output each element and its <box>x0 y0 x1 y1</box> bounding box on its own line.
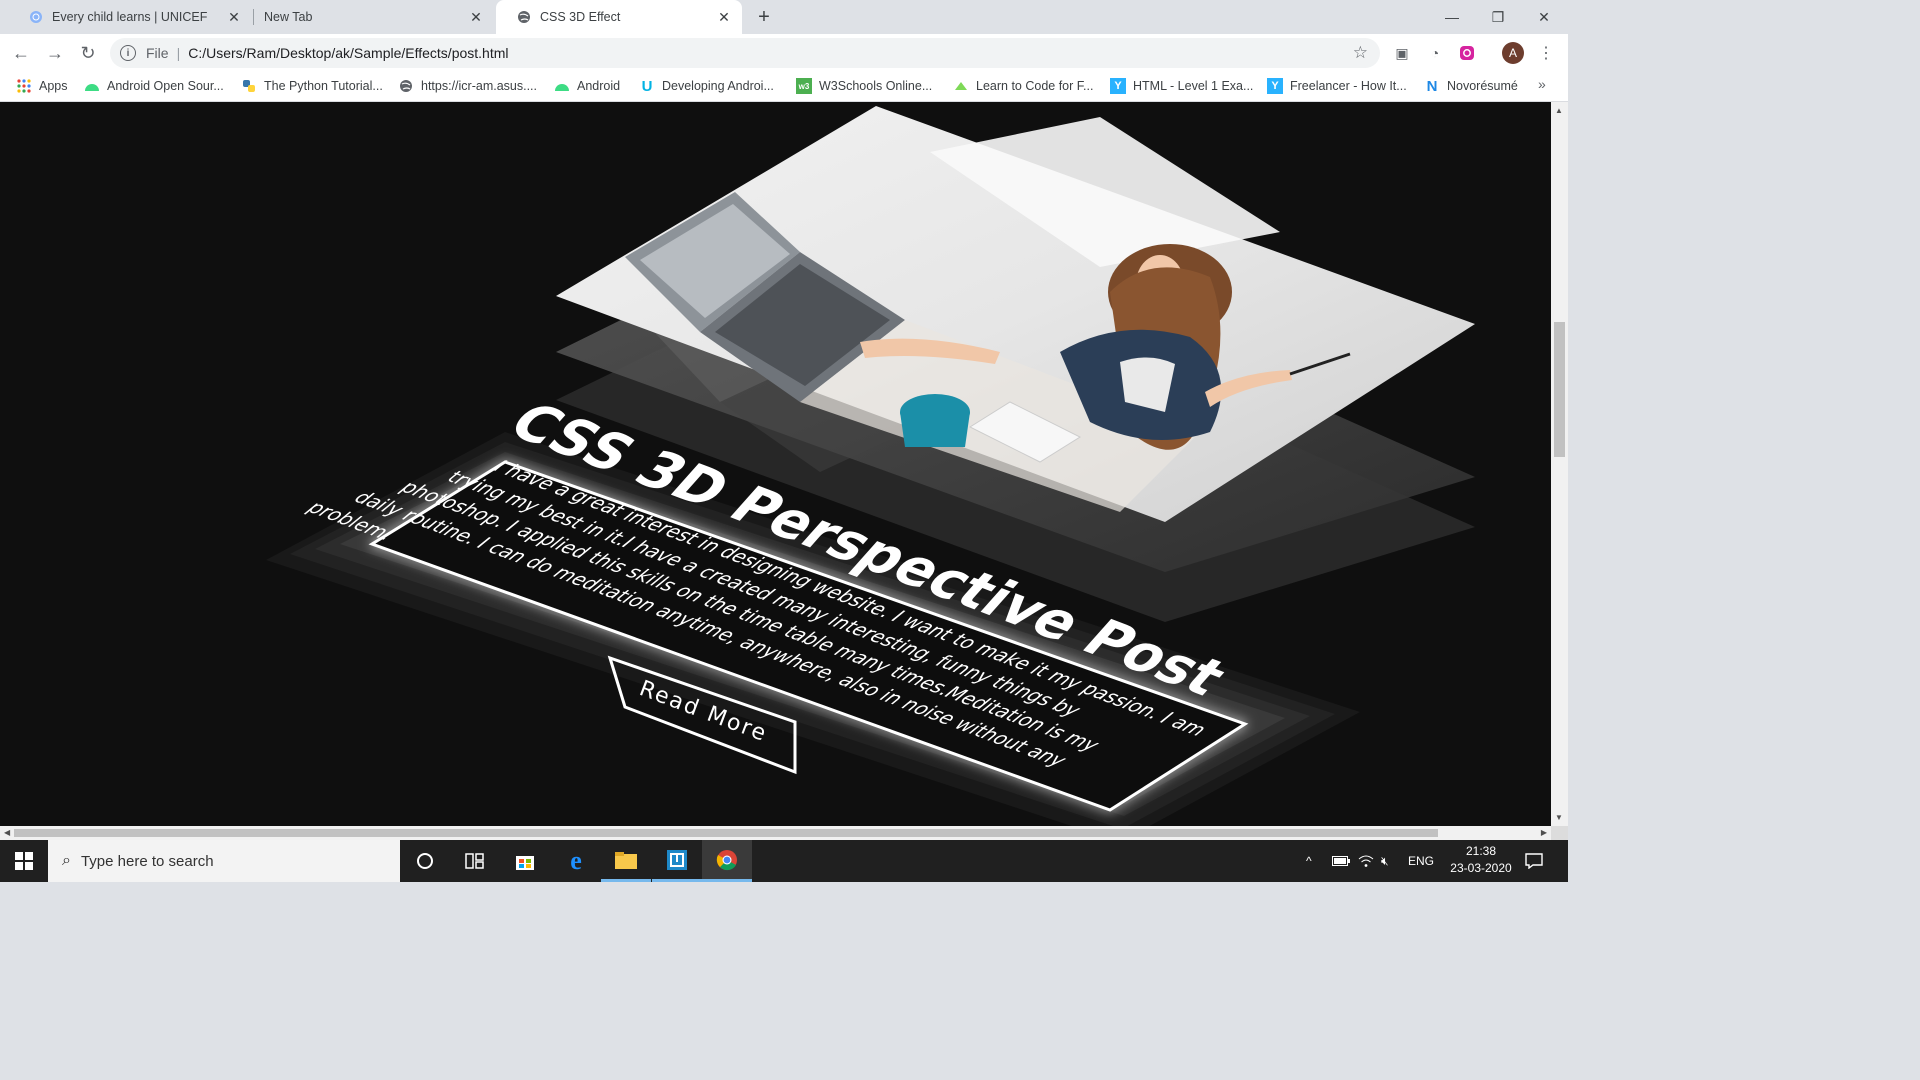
show-hidden-icons-icon[interactable]: ^ <box>1306 840 1312 882</box>
bookmark-w3schools[interactable]: w3 W3Schools Online... <box>796 72 932 100</box>
extension-icon[interactable]: ▣ <box>1392 43 1412 63</box>
bookmark-label: https://icr-am.asus.... <box>421 79 538 93</box>
freecodecamp-icon <box>953 78 969 94</box>
reload-button[interactable]: ↻ <box>75 40 101 66</box>
volume-muted-icon[interactable]: 🔇︎ <box>1381 840 1389 882</box>
close-icon[interactable]: ✕ <box>714 9 734 26</box>
bookmark-freecodecamp[interactable]: Learn to Code for F... <box>953 72 1093 100</box>
vertical-scroll-thumb[interactable] <box>1554 322 1565 457</box>
bookmark-label: Freelancer - How It... <box>1290 79 1407 93</box>
freelancer-icon: Y <box>1110 78 1126 94</box>
udacity-icon: U <box>641 77 653 95</box>
clock-time: 21:38 <box>1465 844 1497 858</box>
novoresume-icon: N <box>1426 77 1438 95</box>
android-icon <box>554 78 570 94</box>
store-icon[interactable] <box>500 840 550 882</box>
minimize-button[interactable]: — <box>1429 0 1475 34</box>
address-bar[interactable]: i File | C:/Users/Ram/Desktop/ak/Sample/… <box>110 38 1380 68</box>
system-clock[interactable]: 21:38 23-03-2020 <box>1436 843 1526 877</box>
scroll-left-arrow-icon[interactable]: ◀ <box>4 828 10 837</box>
profile-avatar[interactable]: A <box>1502 42 1524 64</box>
apps-grid-icon <box>16 78 32 94</box>
address-divider: | <box>176 45 181 61</box>
tab-new-tab[interactable]: New Tab ✕ <box>254 0 494 34</box>
taskbar-search-box[interactable]: ⌕ Type here to search <box>48 840 400 882</box>
bookmarks-overflow-icon[interactable]: » <box>1538 76 1546 92</box>
bookmark-label: Android <box>577 79 621 93</box>
window-close-button[interactable]: ✕ <box>1521 0 1567 34</box>
tab-strip: Every child learns | UNICEF ✕ New Tab ✕ … <box>0 0 1568 34</box>
bookmark-label: The Python Tutorial... <box>264 79 383 93</box>
tab-css-3d-effect[interactable]: CSS 3D Effect ✕ <box>496 0 742 34</box>
tab-unicef[interactable]: Every child learns | UNICEF ✕ <box>8 0 252 34</box>
bookmarks-bar: Apps Android Open Sour... The Python Tut… <box>0 72 1568 102</box>
close-icon[interactable]: ✕ <box>466 9 486 26</box>
bookmark-label: Novorésumé <box>1447 79 1518 93</box>
task-view-icon[interactable] <box>450 840 500 882</box>
file-explorer-icon[interactable] <box>601 840 651 882</box>
globe-icon <box>516 9 532 25</box>
tab-title: Every child learns | UNICEF <box>52 10 208 24</box>
globe-icon <box>28 9 44 25</box>
bookmark-html-level-1[interactable]: Y HTML - Level 1 Exa... <box>1110 72 1253 100</box>
address-scheme: File <box>146 45 169 61</box>
vertical-scrollbar[interactable]: ▲ ▼ <box>1551 102 1568 826</box>
python-icon <box>241 78 257 94</box>
restore-button[interactable]: ❐ <box>1475 0 1521 34</box>
speed-dial-icon[interactable]: ◔ <box>1425 43 1445 63</box>
freelancer-icon: Y <box>1267 78 1283 94</box>
bookmark-label: W3Schools Online... <box>819 79 933 93</box>
language-indicator[interactable]: ENG <box>1408 840 1434 882</box>
cortana-icon[interactable] <box>400 840 450 882</box>
bookmark-label: Android Open Sour... <box>107 79 224 93</box>
bookmark-label: Learn to Code for F... <box>976 79 1094 93</box>
address-url: C:/Users/Ram/Desktop/ak/Sample/Effects/p… <box>188 45 509 61</box>
forward-button[interactable]: → <box>42 40 68 66</box>
close-icon[interactable]: ✕ <box>224 9 244 26</box>
w3schools-icon: w3 <box>796 78 812 94</box>
new-tab-button[interactable]: + <box>752 5 776 29</box>
bookmark-star-icon[interactable]: ☆ <box>1353 43 1368 63</box>
search-placeholder: Type here to search <box>80 852 214 870</box>
tab-title: CSS 3D Effect <box>540 10 621 24</box>
bookmark-label: Developing Androi... <box>662 79 774 93</box>
bookmark-android-open-source[interactable]: Android Open Sour... <box>84 72 224 100</box>
tab-title: New Tab <box>264 10 313 24</box>
horizontal-scrollbar[interactable]: ◀ ▶ <box>0 826 1551 840</box>
bookmark-android[interactable]: Android <box>554 72 620 100</box>
bookmark-label: HTML - Level 1 Exa... <box>1133 79 1254 93</box>
bookmark-python-tutorial[interactable]: The Python Tutorial... <box>241 72 383 100</box>
wifi-icon[interactable] <box>1358 840 1374 882</box>
search-icon: ⌕ <box>62 852 71 869</box>
clock-date: 23-03-2020 <box>1450 861 1512 875</box>
instagram-extension-icon[interactable] <box>1457 43 1477 63</box>
scroll-right-arrow-icon[interactable]: ▶ <box>1541 828 1547 837</box>
page-viewport: CSS 3D Perspective Post I have a great i… <box>0 102 1551 826</box>
menu-icon[interactable]: ⋮ <box>1538 42 1554 64</box>
back-button[interactable]: ← <box>8 40 34 66</box>
chrome-icon[interactable] <box>702 840 752 882</box>
start-button[interactable] <box>0 840 48 882</box>
edge-icon[interactable]: e <box>551 840 601 882</box>
bookmark-freelancer[interactable]: Y Freelancer - How It... <box>1267 72 1407 100</box>
bookmark-icr-am-asus[interactable]: https://icr-am.asus.... <box>398 72 537 100</box>
scroll-up-arrow-icon[interactable]: ▲ <box>1555 106 1563 115</box>
notifications-icon[interactable] <box>1522 850 1546 872</box>
bookmark-developing-android[interactable]: U Developing Androi... <box>639 72 774 100</box>
scrollbar-corner <box>1551 826 1568 840</box>
horizontal-scroll-thumb[interactable] <box>14 829 1438 837</box>
windows-logo-icon <box>15 852 33 870</box>
bookmark-label: Apps <box>39 79 68 93</box>
scroll-down-arrow-icon[interactable]: ▼ <box>1555 813 1563 822</box>
perspective-scene: CSS 3D Perspective Post I have a great i… <box>266 106 1475 826</box>
info-icon[interactable]: i <box>120 45 136 61</box>
browser-toolbar: ← → ↻ i File | C:/Users/Ram/Desktop/ak/S… <box>0 34 1568 72</box>
battery-icon[interactable] <box>1332 840 1350 882</box>
globe-icon <box>398 78 414 94</box>
sticky-app-icon[interactable] <box>652 840 702 882</box>
bookmark-apps[interactable]: Apps <box>16 72 68 100</box>
bookmark-novoresume[interactable]: N Novorésumé <box>1424 72 1518 100</box>
windows-taskbar: ⌕ Type here to search e ^ 🔇︎ ENG 21:38 2… <box>0 840 1568 882</box>
android-icon <box>84 78 100 94</box>
